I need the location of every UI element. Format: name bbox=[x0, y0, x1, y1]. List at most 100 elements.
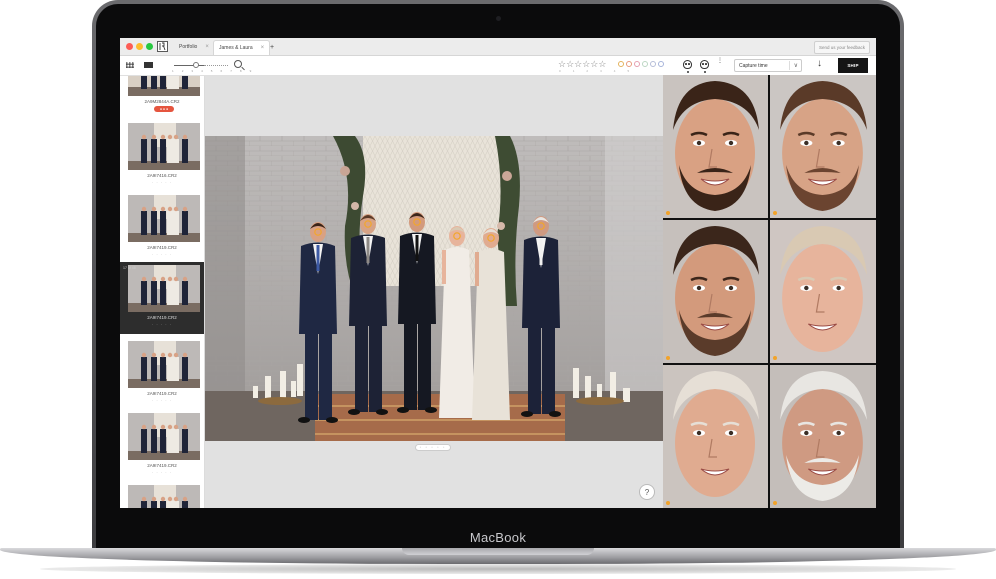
face-tile[interactable] bbox=[770, 75, 876, 218]
filmstrip-item[interactable]: 2A9M2844A.CR2 ● ● ● bbox=[120, 76, 204, 118]
tab-portfolio[interactable]: Portfolio × bbox=[174, 40, 214, 54]
face-crop-image bbox=[663, 75, 768, 218]
face-tile[interactable] bbox=[663, 75, 768, 218]
close-icon[interactable]: × bbox=[205, 44, 209, 50]
thumbnail-figure bbox=[167, 357, 173, 381]
photo-index-badge: 17 of 48 bbox=[123, 266, 136, 270]
new-tab-button[interactable]: + bbox=[265, 40, 279, 54]
face-tile[interactable] bbox=[663, 220, 768, 363]
thumbnail-head bbox=[151, 276, 157, 282]
thumbnail-head bbox=[141, 276, 147, 282]
shoe bbox=[376, 409, 388, 415]
thumbnail-head bbox=[160, 424, 166, 430]
thumbnail-figure bbox=[160, 139, 166, 163]
color-label-filter-3[interactable] bbox=[634, 61, 640, 67]
photo-thumbnail[interactable] bbox=[128, 485, 200, 508]
more-options-icon[interactable]: ⋮ bbox=[717, 58, 723, 64]
filmstrip-item[interactable]: 2A9I7419.CR2 · · · · · bbox=[120, 192, 204, 264]
thumbnail-figure bbox=[173, 76, 179, 89]
color-label-filter-5[interactable] bbox=[650, 61, 656, 67]
face-tile[interactable] bbox=[770, 220, 876, 363]
thumbnail-head bbox=[167, 134, 173, 140]
thumbnail-figure bbox=[167, 211, 173, 235]
thumbnail-head bbox=[182, 134, 188, 140]
filmstrip-item[interactable] bbox=[120, 482, 204, 508]
tab-james-laura[interactable]: James & Laura × bbox=[213, 40, 271, 55]
color-label-filter-1[interactable] bbox=[618, 61, 624, 67]
filmstrip-item[interactable]: 2A9I7419.CR2 · · · · · bbox=[120, 338, 204, 410]
thumbnail-head bbox=[141, 496, 147, 502]
thumbnail-head bbox=[182, 206, 188, 212]
zoom-slider-handle[interactable] bbox=[193, 62, 199, 68]
help-button[interactable]: ? bbox=[639, 484, 655, 500]
single-view-icon[interactable] bbox=[144, 62, 153, 68]
thumbnail-figure bbox=[160, 357, 166, 381]
zoom-slider-track[interactable] bbox=[174, 65, 204, 66]
thumbnail-figure bbox=[151, 139, 157, 163]
filmstrip-item[interactable]: 2A9I7419.CR2 · · · · · bbox=[120, 410, 204, 482]
thumbnail-head bbox=[151, 206, 157, 212]
ship-button[interactable]: SHIP bbox=[838, 58, 868, 73]
photo-thumbnail[interactable] bbox=[128, 195, 200, 242]
grid-view-icon[interactable] bbox=[126, 62, 134, 68]
thumbnail-figure bbox=[141, 281, 147, 305]
filmstrip-item[interactable]: 2A9I7416.CR2 · · · · · bbox=[120, 120, 204, 192]
minimize-window-button[interactable] bbox=[136, 43, 143, 50]
face-pupil bbox=[804, 285, 809, 291]
trouser-leg bbox=[305, 332, 318, 420]
window-titlebar: Portfolio × James & Laura × + Send us yo… bbox=[120, 38, 876, 56]
filmstrip-item-selected[interactable]: 17 of 48 2A9I7419.CR2 · · · · · bbox=[120, 262, 204, 334]
sort-direction-icon[interactable]: ↓ bbox=[817, 59, 822, 69]
face-pupil bbox=[728, 285, 734, 291]
photo-rating: · · · · · bbox=[151, 470, 173, 475]
close-window-button[interactable] bbox=[126, 43, 133, 50]
trouser-leg bbox=[418, 322, 431, 410]
color-label-filter-6[interactable] bbox=[658, 61, 664, 67]
face-detect-icon[interactable] bbox=[683, 60, 692, 69]
thumbnail-figure bbox=[182, 501, 188, 508]
photo-thumbnail[interactable] bbox=[128, 76, 200, 96]
thumbnail-head bbox=[173, 276, 179, 282]
arm bbox=[475, 252, 479, 286]
face-crop-image bbox=[770, 220, 876, 363]
face-close-up-panel bbox=[663, 75, 876, 508]
photo-thumbnail[interactable] bbox=[128, 265, 200, 312]
thumbnail-figure bbox=[173, 429, 179, 453]
star-rating-filter[interactable]: ☆☆☆☆☆☆ bbox=[558, 60, 606, 69]
zoom-slider-rest[interactable] bbox=[204, 65, 228, 67]
thumbnail-head bbox=[141, 352, 147, 358]
color-label-filter-2[interactable] bbox=[626, 61, 632, 67]
face-tile[interactable] bbox=[663, 365, 768, 508]
tab-portfolio-label: Portfolio bbox=[179, 44, 198, 50]
sort-select[interactable]: Capture time ∨ bbox=[734, 59, 802, 72]
search-icon[interactable] bbox=[234, 60, 242, 68]
thumbnail-figure bbox=[173, 211, 179, 235]
thumbnail-head bbox=[151, 424, 157, 430]
thumbnail-figure bbox=[141, 357, 147, 381]
thumbnail-figure bbox=[141, 211, 147, 235]
thumbnail-head bbox=[167, 276, 173, 282]
face-tile[interactable] bbox=[770, 365, 876, 508]
maximize-window-button[interactable] bbox=[146, 43, 153, 50]
photo-thumbnail[interactable] bbox=[128, 341, 200, 388]
photo-thumbnail[interactable] bbox=[128, 413, 200, 460]
photo-thumbnail[interactable] bbox=[128, 123, 200, 170]
main-photo[interactable] bbox=[205, 136, 663, 441]
face-pupil bbox=[696, 430, 702, 436]
feedback-button[interactable]: Send us your feedback bbox=[813, 41, 870, 54]
photo-pager[interactable]: • • • • • bbox=[415, 444, 451, 451]
color-label-filter-4[interactable] bbox=[642, 61, 648, 67]
shoe bbox=[298, 417, 310, 423]
photo-filename: 2A9I7419.CR2 bbox=[147, 315, 177, 320]
face-crop-image bbox=[770, 75, 876, 218]
eye-closed-detect-icon[interactable] bbox=[700, 60, 709, 69]
trouser-leg bbox=[542, 326, 555, 414]
filmstrip[interactable]: 2A9M2844A.CR2 ● ● ● 2A9I7416.CR2 · · · ·… bbox=[120, 76, 205, 508]
face-crop-image bbox=[770, 365, 876, 508]
thumbnail-head bbox=[173, 496, 179, 502]
close-icon[interactable]: × bbox=[261, 45, 265, 51]
thumbnail-head bbox=[182, 276, 188, 282]
photo-viewer: • • • • • ? bbox=[205, 76, 663, 508]
thumbnail-image bbox=[128, 76, 200, 96]
thumbnail-figure bbox=[160, 211, 166, 235]
